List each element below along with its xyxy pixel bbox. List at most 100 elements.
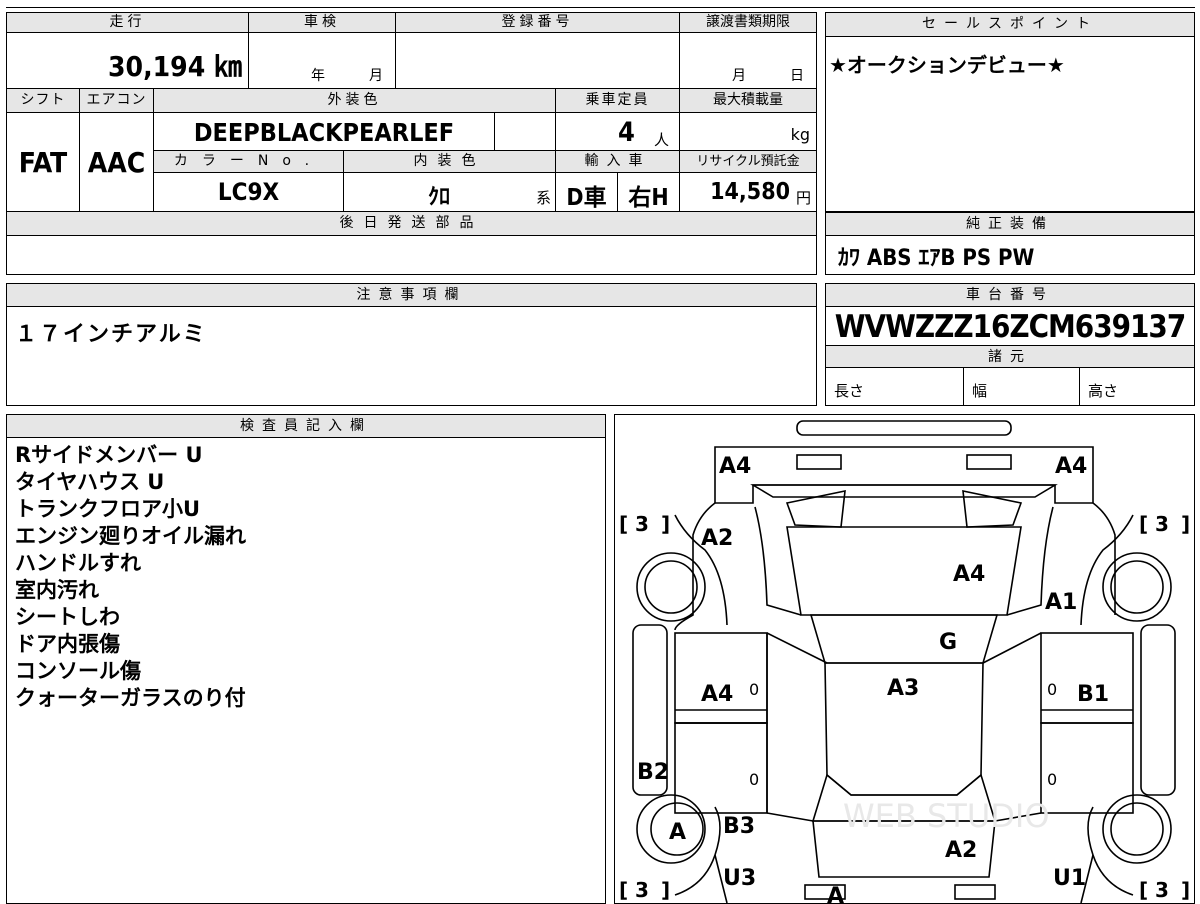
mileage-label: 走行: [7, 13, 249, 33]
transfer-deadline-cell: 月 日: [680, 33, 816, 89]
wheel-front-right-outer: [1102, 552, 1172, 622]
pillar-right: [982, 632, 1042, 822]
transfer-month-unit: 月: [732, 68, 746, 84]
watermark: WEB STUDIO: [843, 797, 1050, 835]
mileage-value: 30,194 ㎞: [108, 50, 242, 83]
sales-point-panel: セールスポイント ★オークションデビュー★: [825, 12, 1195, 212]
pillar-left: [766, 632, 828, 822]
caution-text: １７インチアルミ: [15, 322, 207, 347]
aircon-value: AAC: [87, 146, 146, 179]
car-diagram-panel: A4 A4 A2 A4 A1 G A3 A4 B1 B2 A B3 A2 U3 …: [614, 414, 1195, 904]
sales-point-label: セールスポイント: [826, 13, 1194, 37]
inspection-label: 車検: [249, 13, 396, 33]
inspector-note: ドア内張傷: [15, 632, 120, 656]
zero-rear-right: 0: [1047, 770, 1057, 789]
inspector-note: トランクフロア小U: [15, 497, 201, 521]
wheel-front-left-outer: [636, 552, 706, 622]
windshield: [809, 614, 999, 664]
front-bumper-outline: [714, 446, 1094, 504]
headlight-right: [966, 454, 1012, 470]
max-load-unit: kg: [790, 125, 810, 144]
mark-fender-right: A1: [1045, 590, 1077, 615]
exterior-color-cell: DEEPBLACKPEARLEF: [154, 113, 495, 151]
inspector-note: タイヤハウス U: [15, 470, 165, 494]
tire-front-left: 3: [635, 512, 649, 536]
color-no-value: LC9X: [217, 178, 280, 206]
capacity-unit: 人: [654, 131, 670, 149]
mark-door-rear-left: B2: [637, 760, 669, 785]
mark-door-front-right: B1: [1077, 682, 1109, 707]
mark-front-right: A4: [1055, 454, 1087, 479]
top-cropped-strip: [6, 0, 1195, 8]
tire-bracket-front-left-open: [: [619, 512, 628, 536]
mark-front-left: A4: [719, 454, 751, 479]
later-parts-label: 後日発送部品: [7, 212, 816, 236]
wheel-rear-right-outer: [1102, 794, 1172, 864]
dimension-width: 幅: [964, 368, 1080, 405]
tire-rear-right: 3: [1155, 878, 1169, 902]
zero-rear-left: 0: [749, 770, 759, 789]
import-label: 輸入車: [556, 151, 680, 173]
interior-color-label: 内装色: [344, 151, 556, 173]
grille-outline: [750, 484, 1058, 498]
tire-bracket-rear-right-close: ]: [1181, 878, 1190, 902]
inspector-note: クォーターガラスのり付: [15, 686, 246, 710]
sill-right: [1140, 624, 1176, 796]
tire-bracket-rear-left-close: ]: [661, 878, 670, 902]
headlight-left: [796, 454, 842, 470]
mileage-cell: 30,194 ㎞: [7, 33, 249, 89]
height-label: 高さ: [1088, 382, 1119, 400]
interior-color-suffix: 系: [535, 189, 551, 207]
genuine-equipment-label: 純正装備: [826, 212, 1194, 236]
chassis-panel: 車台番号 WVWZZZ16ZCM639137 諸元 長さ 幅 高さ: [825, 283, 1195, 406]
aircon-cell: AAC: [80, 113, 154, 212]
tire-rear-left: 3: [635, 878, 649, 902]
interior-color-value: ｸﾛ: [427, 185, 450, 210]
rear-lamp-right: [954, 884, 996, 900]
wheel-rear-right-inner: [1110, 802, 1164, 856]
mark-trunk: A2: [945, 838, 977, 863]
sales-point-text: ★オークションデビュー★: [829, 53, 1065, 77]
registration-label: 登録番号: [396, 13, 680, 33]
max-load-cell: kg: [680, 113, 816, 151]
wheel-front-left-inner: [644, 560, 698, 614]
color-no-label: カラーNo.: [154, 151, 344, 173]
mark-windshield: G: [939, 630, 957, 655]
interior-color-cell: ｸﾛ 系: [344, 173, 556, 212]
front-bumper-slot: [796, 420, 1012, 436]
dimension-length: 長さ: [826, 368, 964, 405]
caution-panel: 注意事項欄 １７インチアルミ: [6, 283, 817, 406]
inspection-cell: 年 月: [249, 33, 396, 89]
exterior-color-label: 外装色: [154, 89, 556, 113]
inspector-note: コンソール傷: [15, 659, 141, 683]
inspection-year-unit: 年: [311, 68, 325, 84]
tire-bracket-front-right-close: ]: [1181, 512, 1190, 536]
recycle-cell: 14,580 円: [680, 173, 816, 212]
inspector-note: エンジン廻りオイル漏れ: [15, 524, 246, 548]
mark-rear-center: A: [827, 884, 844, 903]
import-h-value: 右H: [628, 185, 669, 211]
chassis-label: 車台番号: [826, 284, 1194, 307]
capacity-cell: 4 人: [556, 113, 680, 151]
recycle-value: 14,580: [710, 179, 790, 205]
wheel-front-right-inner: [1110, 560, 1164, 614]
import-d-value: D車: [566, 185, 607, 211]
mark-door-front-left: A4: [701, 682, 733, 707]
registration-cell: [396, 33, 680, 89]
capacity-value: 4: [618, 117, 635, 148]
transfer-day-unit: 日: [790, 68, 804, 84]
inspector-label: 検査員記入欄: [7, 415, 605, 438]
mark-rear-bumper-right: U1: [1053, 866, 1086, 891]
caution-label: 注意事項欄: [7, 284, 816, 307]
mark-hood: A4: [953, 562, 985, 587]
tire-bracket-front-left-close: ]: [661, 512, 670, 536]
tire-front-right: 3: [1155, 512, 1169, 536]
inspector-note: ハンドルすれ: [15, 551, 141, 575]
exterior-color-extra-cell: [495, 113, 556, 151]
aircon-label: エアコン: [80, 89, 154, 113]
max-load-label: 最大積載量: [680, 89, 816, 113]
shift-label: シフト: [7, 89, 80, 113]
transfer-deadline-label: 譲渡書類期限: [680, 13, 816, 33]
car-diagram: A4 A4 A2 A4 A1 G A3 A4 B1 B2 A B3 A2 U3 …: [619, 420, 1190, 903]
capacity-label: 乗車定員: [556, 89, 680, 113]
